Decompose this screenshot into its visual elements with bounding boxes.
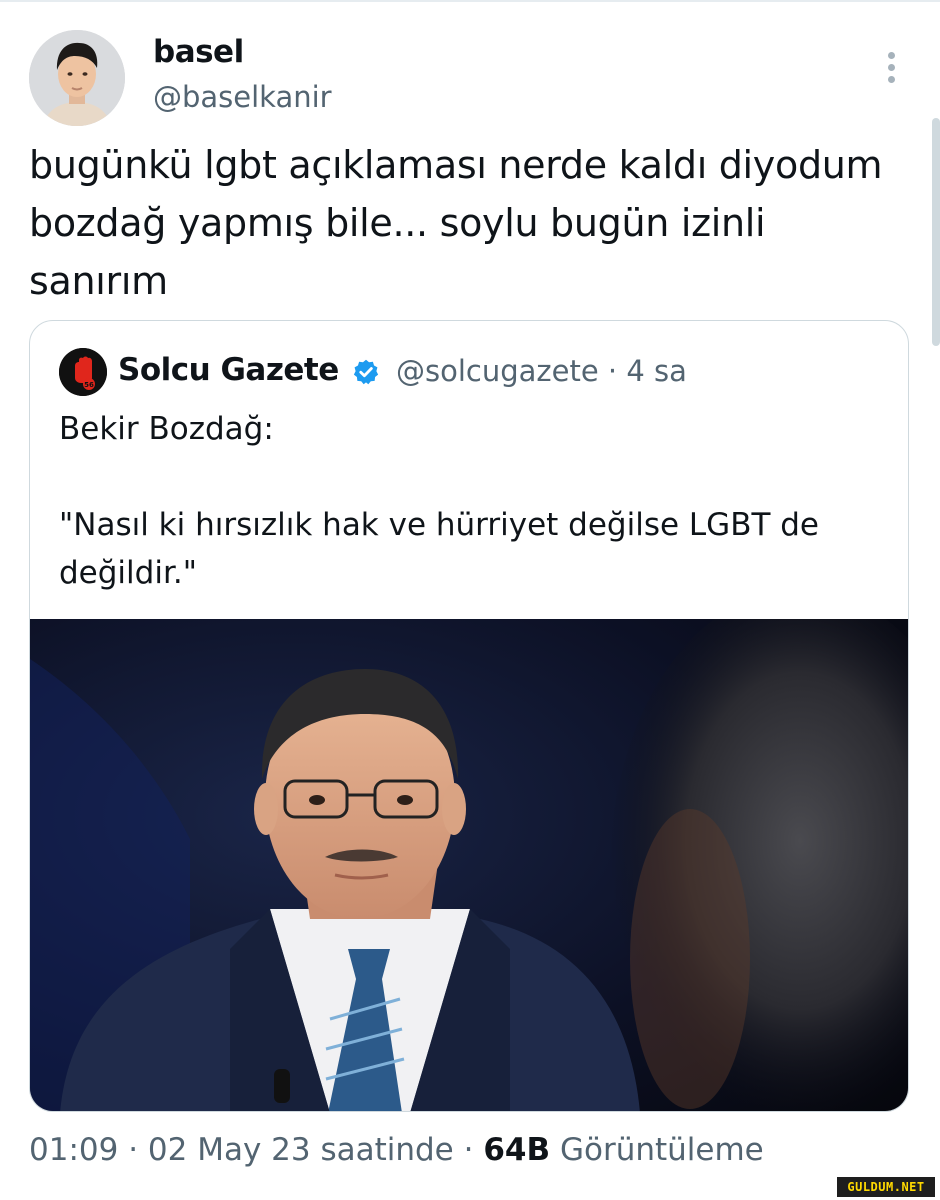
top-divider [0, 0, 940, 2]
scrollbar[interactable] [932, 118, 940, 346]
raised-fist-icon: 56 [59, 348, 107, 396]
more-vertical-icon[interactable] [880, 52, 902, 88]
quote-avatar-badge: 56 [84, 381, 94, 389]
watermark: GULDUM.NET [837, 1177, 935, 1197]
author-avatar-image [29, 30, 125, 126]
quoted-tweet-card[interactable]: 56 Solcu Gazete @solcugazete · 4 sa Beki… [29, 320, 909, 1112]
quote-author-name[interactable]: Solcu Gazete [118, 352, 339, 388]
quote-photo[interactable] [30, 619, 909, 1112]
views-count[interactable]: 64B [483, 1132, 550, 1168]
tweet-date[interactable]: 02 May 23 saatinde [148, 1132, 454, 1168]
tweet-time[interactable]: 01:09 [29, 1132, 118, 1168]
tweet-text: bugünkü lgbt açıklaması nerde kaldı diyo… [29, 143, 883, 303]
quote-handle-time[interactable]: @solcugazete · 4 sa [396, 354, 687, 388]
meta-separator: · [453, 1132, 484, 1168]
author-avatar[interactable] [29, 30, 125, 126]
tweet-meta: 01:09 · 02 May 23 saatinde · 64B Görüntü… [29, 1132, 764, 1168]
views-label[interactable]: Görüntüleme [550, 1132, 764, 1168]
author-handle[interactable]: @baselkanir [153, 80, 332, 114]
author-name[interactable]: basel [153, 34, 244, 70]
verified-badge-icon [353, 359, 379, 385]
quote-text: Bekir Bozdağ: "Nasıl ki hırsızlık hak ve… [59, 411, 819, 591]
meta-separator: · [118, 1132, 148, 1168]
quote-author-avatar[interactable]: 56 [59, 348, 107, 396]
